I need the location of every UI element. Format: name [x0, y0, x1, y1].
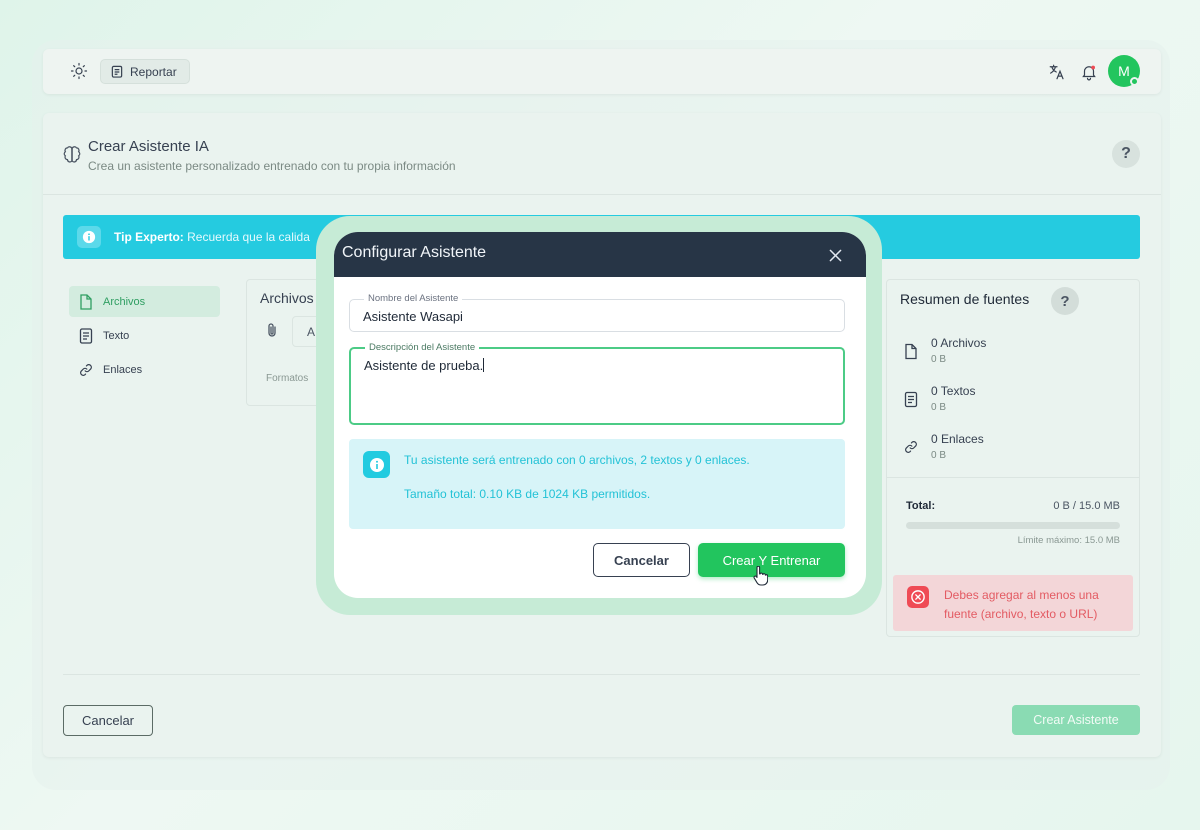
- top-bar: [43, 49, 1161, 94]
- theme-toggle-button[interactable]: [68, 60, 90, 82]
- error-x-icon: [907, 586, 929, 608]
- close-icon: [829, 249, 841, 261]
- report-button[interactable]: Reportar: [100, 59, 190, 84]
- link-icon: [904, 440, 920, 458]
- sidebar-item-texto[interactable]: Texto: [69, 320, 220, 351]
- tip-text: Tip Experto: Recuerda que la calida: [114, 230, 310, 244]
- clipboard-icon: [111, 65, 123, 78]
- assistant-description-value: Asistente de prueba.: [364, 358, 484, 373]
- help-button[interactable]: ?: [1112, 140, 1140, 168]
- sidebar-item-label: Archivos: [103, 295, 146, 308]
- page-subtitle: Crea un asistente personalizado entrenad…: [88, 159, 456, 173]
- modal-title: Configurar Asistente: [342, 244, 487, 261]
- file-upload-label: A: [307, 325, 316, 339]
- info-icon: [363, 451, 390, 478]
- tip-label: Tip Experto:: [114, 230, 184, 244]
- translate-icon[interactable]: [1046, 61, 1068, 83]
- text-caret: [483, 358, 485, 372]
- page-title: Crear Asistente IA: [88, 138, 209, 155]
- sidebar-item-archivos[interactable]: Archivos: [69, 286, 220, 317]
- divider: [43, 194, 1161, 195]
- formats-text: Formatos: [266, 373, 309, 384]
- create-assistant-button[interactable]: Crear Asistente: [1012, 705, 1140, 735]
- modal-header: Configurar Asistente: [334, 232, 866, 277]
- summary-files-count: 0 Archivos: [931, 336, 987, 350]
- sidebar-item-label: Enlaces: [103, 363, 143, 376]
- summary-links-size: 0 B: [931, 450, 947, 461]
- sun-icon: [70, 62, 88, 80]
- assistant-name-label: Nombre del Asistente: [364, 293, 463, 304]
- question-icon: ?: [1121, 145, 1131, 162]
- info-icon: [77, 226, 101, 248]
- online-status-dot: [1130, 77, 1139, 86]
- link-icon: [80, 363, 92, 376]
- training-info-box: Tu asistente será entrenado con 0 archiv…: [349, 439, 845, 529]
- training-summary-text: Tu asistente será entrenado con 0 archiv…: [404, 453, 750, 467]
- brain-icon: [62, 145, 82, 165]
- file-icon: [904, 343, 920, 361]
- text-document-icon: [904, 391, 920, 409]
- paperclip-icon: [266, 322, 280, 338]
- summary-texts-size: 0 B: [931, 402, 947, 413]
- close-button[interactable]: [824, 244, 846, 266]
- files-panel-title: Archivos: [260, 290, 314, 306]
- tip-body: Recuerda que la calida: [187, 230, 310, 244]
- divider: [887, 477, 1139, 478]
- storage-progress-bar: [906, 522, 1120, 529]
- total-value: 0 B / 15.0 MB: [1053, 500, 1120, 512]
- report-button-label: Reportar: [130, 64, 177, 79]
- assistant-description-field[interactable]: Descripción del Asistente Asistente de p…: [349, 342, 845, 425]
- configure-assistant-modal: Configurar Asistente Nombre del Asistent…: [334, 232, 866, 598]
- text-document-icon: [79, 327, 93, 344]
- divider: [63, 674, 1140, 675]
- cancel-button[interactable]: Cancelar: [63, 705, 153, 736]
- summary-help-button[interactable]: ?: [1051, 287, 1079, 315]
- assistant-name-value: Asistente Wasapi: [363, 309, 463, 324]
- summary-files-size: 0 B: [931, 354, 947, 365]
- bell-icon[interactable]: [1078, 61, 1100, 83]
- assistant-name-field[interactable]: Nombre del Asistente Asistente Wasapi: [349, 293, 845, 332]
- summary-texts-count: 0 Textos: [931, 384, 976, 398]
- file-icon: [80, 293, 92, 310]
- summary-links-count: 0 Enlaces: [931, 432, 984, 446]
- total-label: Total:: [906, 500, 936, 512]
- hand-pointer-icon: [752, 565, 769, 586]
- error-text: Debes agregar al menos una fuente (archi…: [944, 588, 1099, 621]
- assistant-description-label: Descripción del Asistente: [365, 342, 480, 353]
- summary-title: Resumen de fuentes: [900, 291, 1030, 307]
- limit-text: Límite máximo: 15.0 MB: [1017, 535, 1120, 546]
- sidebar-item-label: Texto: [103, 329, 130, 342]
- total-size-text: Tamaño total: 0.10 KB de 1024 KB permiti…: [404, 487, 651, 501]
- question-icon: ?: [1060, 292, 1070, 310]
- modal-cancel-button[interactable]: Cancelar: [593, 543, 690, 577]
- create-and-train-button[interactable]: Crear Y Entrenar: [698, 543, 845, 577]
- sidebar-item-enlaces[interactable]: Enlaces: [69, 354, 220, 385]
- avatar-initial: M: [1118, 63, 1130, 79]
